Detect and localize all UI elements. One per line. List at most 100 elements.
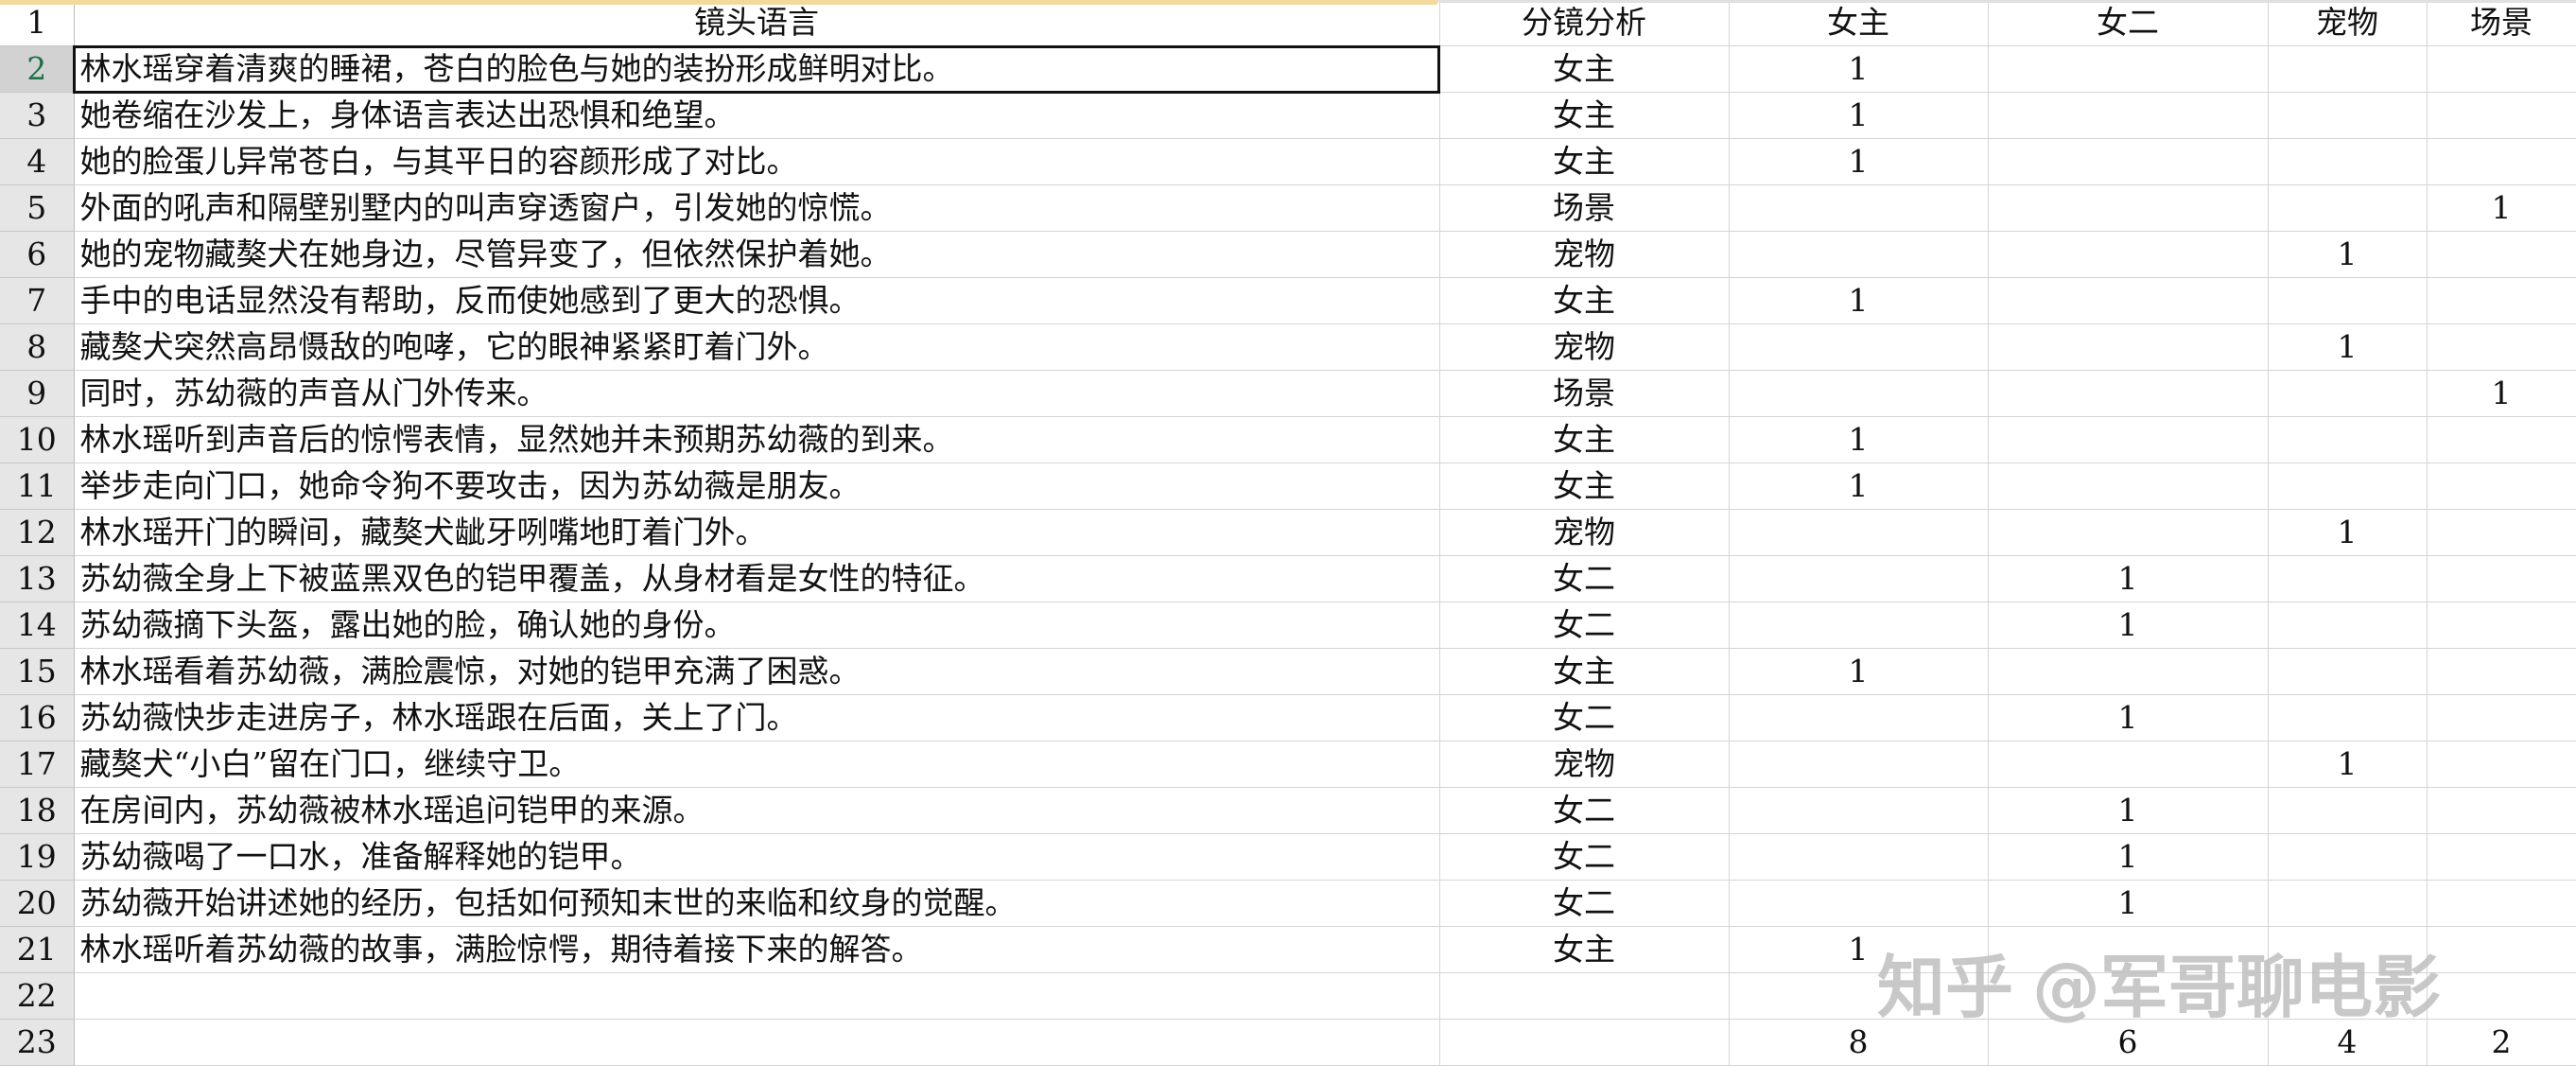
cell-female-second[interactable] bbox=[1988, 741, 2269, 788]
header-storyboard-analysis[interactable]: 分镜分析 bbox=[1439, 0, 1730, 46]
cell-female-second[interactable]: 1 bbox=[1988, 694, 2269, 742]
cell-pet[interactable] bbox=[2268, 92, 2428, 139]
cell-scene[interactable] bbox=[2427, 277, 2576, 324]
cell-shot-language[interactable]: 林水瑶开门的瞬间，藏獒犬龇牙咧嘴地盯着门外。 bbox=[74, 509, 1440, 556]
cell-storyboard-analysis[interactable]: 女主 bbox=[1439, 416, 1730, 463]
cell-female-lead[interactable] bbox=[1729, 509, 1989, 556]
cell-female-lead[interactable]: 1 bbox=[1729, 92, 1989, 139]
cell-scene[interactable] bbox=[2427, 323, 2576, 371]
cell-female-second[interactable]: 1 bbox=[1988, 880, 2269, 927]
cell-female-second[interactable] bbox=[1988, 184, 2269, 232]
cell-female-second[interactable] bbox=[1988, 648, 2269, 695]
cell-female-lead[interactable] bbox=[1729, 787, 1989, 834]
cell-pet[interactable] bbox=[2268, 787, 2428, 834]
cell-storyboard-analysis[interactable] bbox=[1439, 1019, 1730, 1066]
cell-shot-language[interactable]: 苏幼薇开始讲述她的经历，包括如何预知末世的来临和纹身的觉醒。 bbox=[74, 880, 1440, 927]
cell-female-second[interactable] bbox=[1988, 509, 2269, 556]
cell-scene[interactable] bbox=[2427, 787, 2576, 834]
cell-scene[interactable] bbox=[2427, 602, 2576, 649]
cell-female-second[interactable] bbox=[1988, 972, 2269, 1020]
row-number[interactable]: 17 bbox=[0, 741, 75, 788]
cell-scene[interactable] bbox=[2427, 416, 2576, 463]
cell-grid[interactable]: 1 镜头语言 分镜分析 女主 女二 宠物 场景 2 林水瑶穿着清爽的睡裙，苍白的脸… bbox=[0, 0, 2576, 1066]
header-female-lead[interactable]: 女主 bbox=[1729, 0, 1989, 46]
row-number-1[interactable]: 1 bbox=[0, 0, 75, 46]
cell-female-lead[interactable] bbox=[1729, 323, 1989, 371]
cell-storyboard-analysis[interactable]: 宠物 bbox=[1439, 231, 1730, 278]
cell-pet[interactable] bbox=[2268, 694, 2428, 742]
row-number[interactable]: 14 bbox=[0, 602, 75, 649]
row-number[interactable]: 18 bbox=[0, 787, 75, 834]
cell-pet[interactable] bbox=[2268, 833, 2428, 881]
cell-shot-language[interactable]: 她的宠物藏獒犬在她身边，尽管异变了，但依然保护着她。 bbox=[74, 231, 1440, 278]
row-number[interactable]: 16 bbox=[0, 694, 75, 742]
cell-female-lead[interactable]: 1 bbox=[1729, 648, 1989, 695]
cell-scene[interactable] bbox=[2427, 972, 2576, 1020]
cell-storyboard-analysis[interactable]: 女主 bbox=[1439, 92, 1730, 139]
cell-storyboard-analysis[interactable]: 女主 bbox=[1439, 138, 1730, 185]
cell-scene[interactable]: 2 bbox=[2427, 1019, 2576, 1066]
cell-storyboard-analysis[interactable]: 女主 bbox=[1439, 648, 1730, 695]
cell-female-lead[interactable] bbox=[1729, 833, 1989, 881]
cell-female-second[interactable] bbox=[1988, 416, 2269, 463]
row-number[interactable]: 6 bbox=[0, 231, 75, 278]
row-number[interactable]: 22 bbox=[0, 972, 75, 1020]
cell-pet[interactable] bbox=[2268, 45, 2428, 93]
cell-storyboard-analysis[interactable]: 女主 bbox=[1439, 277, 1730, 324]
cell-female-second[interactable] bbox=[1988, 138, 2269, 185]
cell-storyboard-analysis[interactable]: 女二 bbox=[1439, 833, 1730, 881]
cell-female-second[interactable]: 1 bbox=[1988, 555, 2269, 602]
cell-pet[interactable]: 1 bbox=[2268, 509, 2428, 556]
cell-storyboard-analysis[interactable]: 女二 bbox=[1439, 787, 1730, 834]
row-number[interactable]: 12 bbox=[0, 509, 75, 556]
cell-scene[interactable]: 1 bbox=[2427, 184, 2576, 232]
cell-shot-language[interactable]: 苏幼薇快步走进房子，林水瑶跟在后面，关上了门。 bbox=[74, 694, 1440, 742]
cell-shot-language[interactable]: 林水瑶看着苏幼薇，满脸震惊，对她的铠甲充满了困惑。 bbox=[74, 648, 1440, 695]
cell-pet[interactable]: 1 bbox=[2268, 741, 2428, 788]
cell-female-second[interactable] bbox=[1988, 45, 2269, 93]
cell-female-second[interactable]: 1 bbox=[1988, 787, 2269, 834]
cell-shot-language[interactable]: 苏幼薇全身上下被蓝黑双色的铠甲覆盖，从身材看是女性的特征。 bbox=[74, 555, 1440, 602]
row-number[interactable]: 5 bbox=[0, 184, 75, 232]
cell-shot-language[interactable]: 她的脸蛋儿异常苍白，与其平日的容颜形成了对比。 bbox=[74, 138, 1440, 185]
cell-female-lead[interactable]: 8 bbox=[1729, 1019, 1989, 1066]
cell-female-lead[interactable]: 1 bbox=[1729, 45, 1989, 93]
cell-pet[interactable] bbox=[2268, 555, 2428, 602]
cell-storyboard-analysis[interactable]: 女二 bbox=[1439, 602, 1730, 649]
cell-scene[interactable] bbox=[2427, 833, 2576, 881]
cell-female-second[interactable] bbox=[1988, 323, 2269, 371]
cell-scene[interactable] bbox=[2427, 509, 2576, 556]
cell-pet[interactable] bbox=[2268, 602, 2428, 649]
cell-storyboard-analysis[interactable]: 女二 bbox=[1439, 694, 1730, 742]
cell-scene[interactable] bbox=[2427, 462, 2576, 510]
cell-scene[interactable] bbox=[2427, 231, 2576, 278]
cell-female-second[interactable] bbox=[1988, 926, 2269, 973]
header-female-second[interactable]: 女二 bbox=[1988, 0, 2269, 46]
cell-shot-language[interactable]: 苏幼薇喝了一口水，准备解释她的铠甲。 bbox=[74, 833, 1440, 881]
cell-female-second[interactable]: 1 bbox=[1988, 833, 2269, 881]
cell-scene[interactable] bbox=[2427, 555, 2576, 602]
cell-storyboard-analysis[interactable] bbox=[1439, 972, 1730, 1020]
spreadsheet[interactable]: 1 镜头语言 分镜分析 女主 女二 宠物 场景 2 林水瑶穿着清爽的睡裙，苍白的脸… bbox=[0, 0, 2576, 1082]
cell-pet[interactable]: 4 bbox=[2268, 1019, 2428, 1066]
row-number[interactable]: 9 bbox=[0, 370, 75, 417]
cell-shot-language[interactable]: 林水瑶听到声音后的惊愕表情，显然她并未预期苏幼薇的到来。 bbox=[74, 416, 1440, 463]
cell-storyboard-analysis[interactable]: 场景 bbox=[1439, 184, 1730, 232]
cell-female-lead[interactable]: 1 bbox=[1729, 416, 1989, 463]
cell-female-lead[interactable] bbox=[1729, 880, 1989, 927]
cell-female-lead[interactable] bbox=[1729, 602, 1989, 649]
cell-shot-language[interactable] bbox=[74, 972, 1440, 1020]
cell-pet[interactable] bbox=[2268, 184, 2428, 232]
cell-scene[interactable] bbox=[2427, 926, 2576, 973]
header-pet[interactable]: 宠物 bbox=[2268, 0, 2428, 46]
header-shot-language[interactable]: 镜头语言 bbox=[74, 0, 1440, 46]
row-number[interactable]: 10 bbox=[0, 416, 75, 463]
cell-female-lead[interactable] bbox=[1729, 370, 1989, 417]
cell-shot-language[interactable]: 手中的电话显然没有帮助，反而使她感到了更大的恐惧。 bbox=[74, 277, 1440, 324]
cell-storyboard-analysis[interactable]: 宠物 bbox=[1439, 741, 1730, 788]
cell-storyboard-analysis[interactable]: 女主 bbox=[1439, 45, 1730, 93]
cell-pet[interactable] bbox=[2268, 648, 2428, 695]
cell-shot-language[interactable]: 林水瑶听着苏幼薇的故事，满脸惊愕，期待着接下来的解答。 bbox=[74, 926, 1440, 973]
cell-scene[interactable] bbox=[2427, 45, 2576, 93]
cell-female-lead[interactable]: 1 bbox=[1729, 277, 1989, 324]
